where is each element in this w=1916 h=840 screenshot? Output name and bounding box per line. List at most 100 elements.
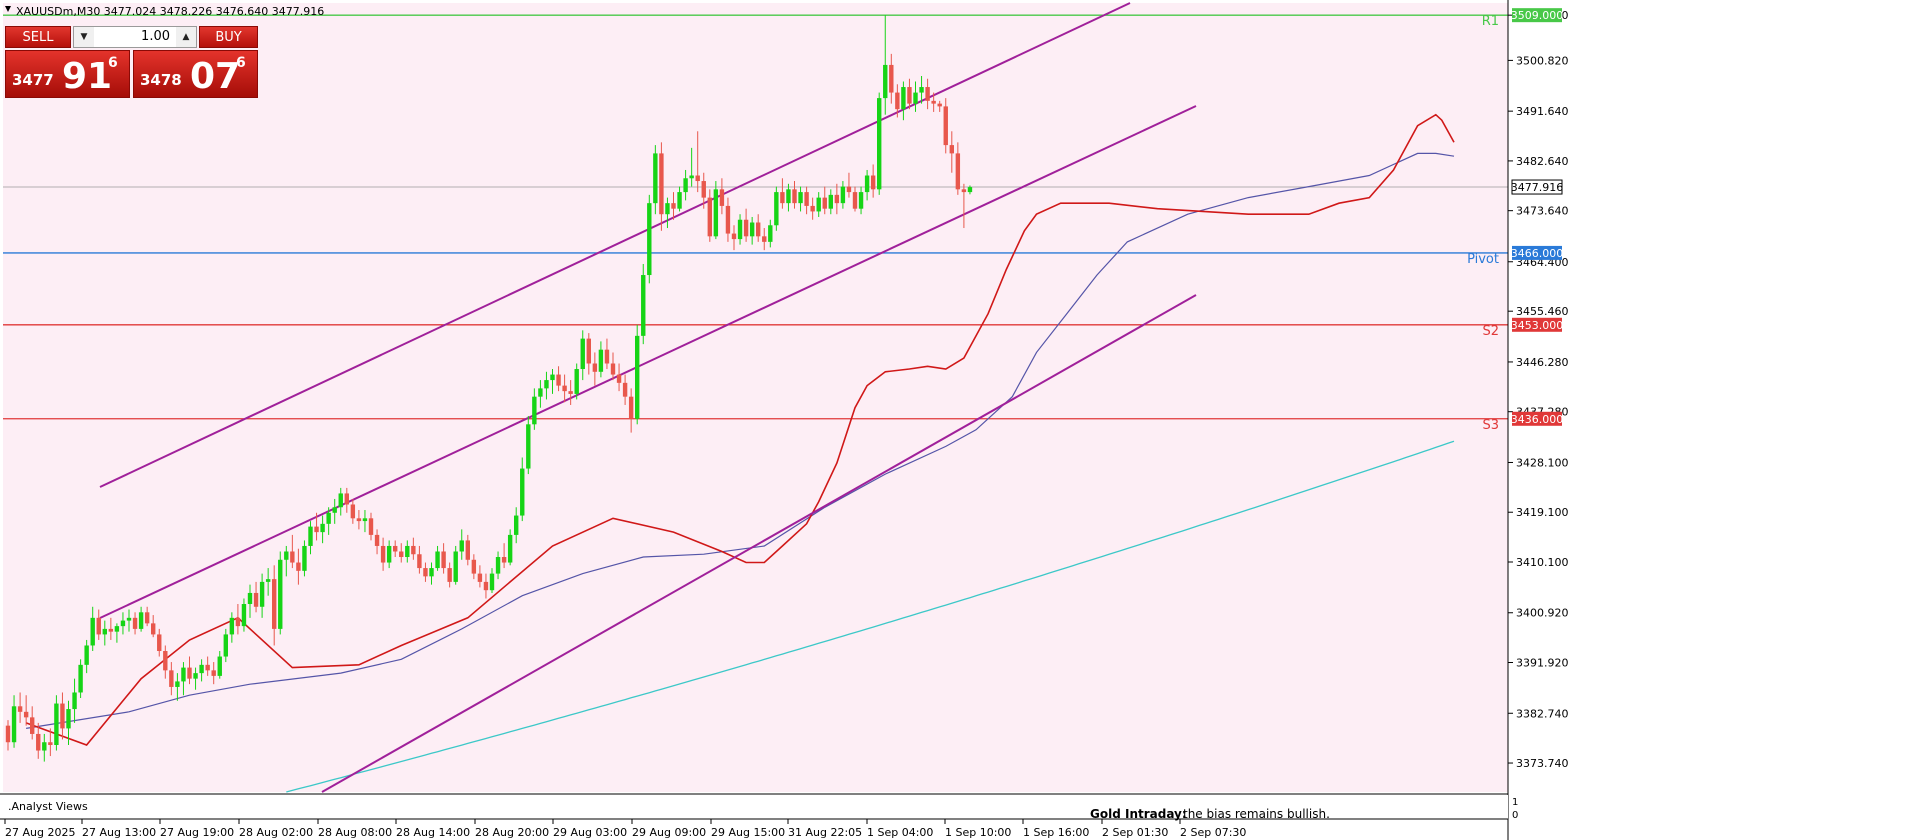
sell-price-button[interactable]: 3477 91 6 xyxy=(5,50,130,98)
candle-body xyxy=(762,236,767,242)
time-tick-label: 2 Sep 07:30 xyxy=(1180,826,1246,839)
candle-body xyxy=(489,573,495,591)
candle-body xyxy=(302,545,307,571)
candle-body xyxy=(653,153,658,204)
candle-body xyxy=(780,192,785,204)
buy-price-prefix: 3478 xyxy=(140,71,182,89)
candle-body xyxy=(544,380,549,389)
sell-price-sup: 6 xyxy=(108,55,118,71)
candle-body xyxy=(459,540,464,552)
candle-body xyxy=(138,612,144,629)
candle-body xyxy=(804,192,809,206)
time-tick-label: 29 Aug 03:00 xyxy=(553,826,627,839)
candle-body xyxy=(465,540,470,560)
candle-body xyxy=(937,103,942,107)
candle-body xyxy=(235,617,241,627)
price-scale-area[interactable] xyxy=(1508,3,1916,840)
candle-body xyxy=(120,620,126,627)
one-click-trading-panel[interactable]: SELL ▼ 1.00 ▲ BUY 3477 91 6 3478 07 6 xyxy=(5,26,258,98)
subwindow-scale-min: 0 xyxy=(1512,810,1518,821)
candle-body xyxy=(719,189,725,206)
candle-body xyxy=(78,664,83,693)
candle-body xyxy=(386,545,392,563)
time-tick-label: 28 Aug 14:00 xyxy=(396,826,470,839)
lot-decrease-icon[interactable]: ▼ xyxy=(74,27,94,47)
candle-body xyxy=(883,64,888,99)
candle-body xyxy=(683,178,688,193)
candle-body xyxy=(864,175,870,193)
plot-area[interactable] xyxy=(3,3,1508,792)
subwindow-scale-max: 1 xyxy=(1512,797,1518,808)
time-tick-label: 28 Aug 08:00 xyxy=(318,826,392,839)
candle-body xyxy=(580,338,585,370)
sell-button[interactable]: SELL xyxy=(5,26,71,48)
candle-body xyxy=(54,703,59,746)
candle-body xyxy=(151,623,156,635)
candle-body xyxy=(314,526,319,533)
candle-body xyxy=(308,526,313,546)
time-tick-label: 28 Aug 02:00 xyxy=(239,826,313,839)
buy-price-button[interactable]: 3478 07 6 xyxy=(133,50,258,98)
candle-body xyxy=(731,233,737,240)
candle-body xyxy=(169,670,174,687)
candle-body xyxy=(217,656,222,676)
candle-body xyxy=(495,557,501,574)
lot-increase-icon[interactable]: ▲ xyxy=(176,27,196,47)
candle-body xyxy=(199,664,204,674)
candle-body xyxy=(350,504,356,519)
price-chart[interactable]: 3509.000 3500.820 3491.640 3482.640 3473.640… xyxy=(0,0,1916,840)
candle-body xyxy=(429,568,434,577)
candle-body xyxy=(96,617,101,635)
candle-body xyxy=(338,493,343,508)
buy-price-big: 07 xyxy=(190,56,241,97)
candle-body xyxy=(895,92,900,110)
candle-body xyxy=(919,87,924,93)
buy-button[interactable]: BUY xyxy=(199,26,258,48)
candle-body xyxy=(931,100,936,104)
time-tick-label: 29 Aug 15:00 xyxy=(711,826,785,839)
candle-body xyxy=(774,192,779,226)
candle-body xyxy=(23,711,29,718)
candle-body xyxy=(526,424,531,469)
candle-body xyxy=(507,534,513,563)
candle-body xyxy=(858,192,864,209)
time-tick-label: 31 Aug 22:05 xyxy=(788,826,862,839)
trading-chart[interactable]: 3509.000 3500.820 3491.640 3482.640 3473.640… xyxy=(0,0,1916,840)
lot-size-value[interactable]: 1.00 xyxy=(96,27,174,47)
price-tick-label: 3473.640 xyxy=(1516,205,1569,218)
candle-body xyxy=(828,194,833,209)
candle-body xyxy=(955,153,961,190)
candle-body xyxy=(852,192,858,209)
candle-body xyxy=(102,628,107,635)
candle-body xyxy=(665,203,670,215)
candle-body xyxy=(374,534,380,546)
candle-body xyxy=(647,203,652,276)
candle-body xyxy=(72,692,77,710)
candle-body xyxy=(671,203,676,209)
candle-body xyxy=(241,604,247,627)
candle-body xyxy=(707,197,712,237)
candle-body xyxy=(713,189,719,237)
candle-body xyxy=(17,706,23,712)
candle-body xyxy=(514,515,519,535)
candle-body xyxy=(695,175,700,182)
price-tick-label: 3491.640 xyxy=(1516,105,1569,118)
candle-body xyxy=(961,189,967,193)
candle-body xyxy=(320,523,325,533)
candle-body xyxy=(259,581,265,607)
candle-body xyxy=(423,568,428,577)
time-tick-label: 27 Aug 2025 xyxy=(5,826,75,839)
candle-body xyxy=(901,87,906,110)
candle-body xyxy=(846,186,852,193)
candle-body xyxy=(822,197,827,209)
candle-body xyxy=(66,709,71,729)
level-price-label: 3509.000 xyxy=(1511,9,1564,22)
lot-size-field[interactable]: ▼ 1.00 ▲ xyxy=(73,26,197,48)
candle-body xyxy=(725,205,731,234)
candle-body xyxy=(11,706,17,743)
candle-body xyxy=(556,374,561,386)
candle-body xyxy=(786,189,791,204)
price-tick-label: 3500.820 xyxy=(1516,54,1569,67)
price-tick-label: 3410.100 xyxy=(1516,556,1569,569)
candle-body xyxy=(284,551,289,560)
